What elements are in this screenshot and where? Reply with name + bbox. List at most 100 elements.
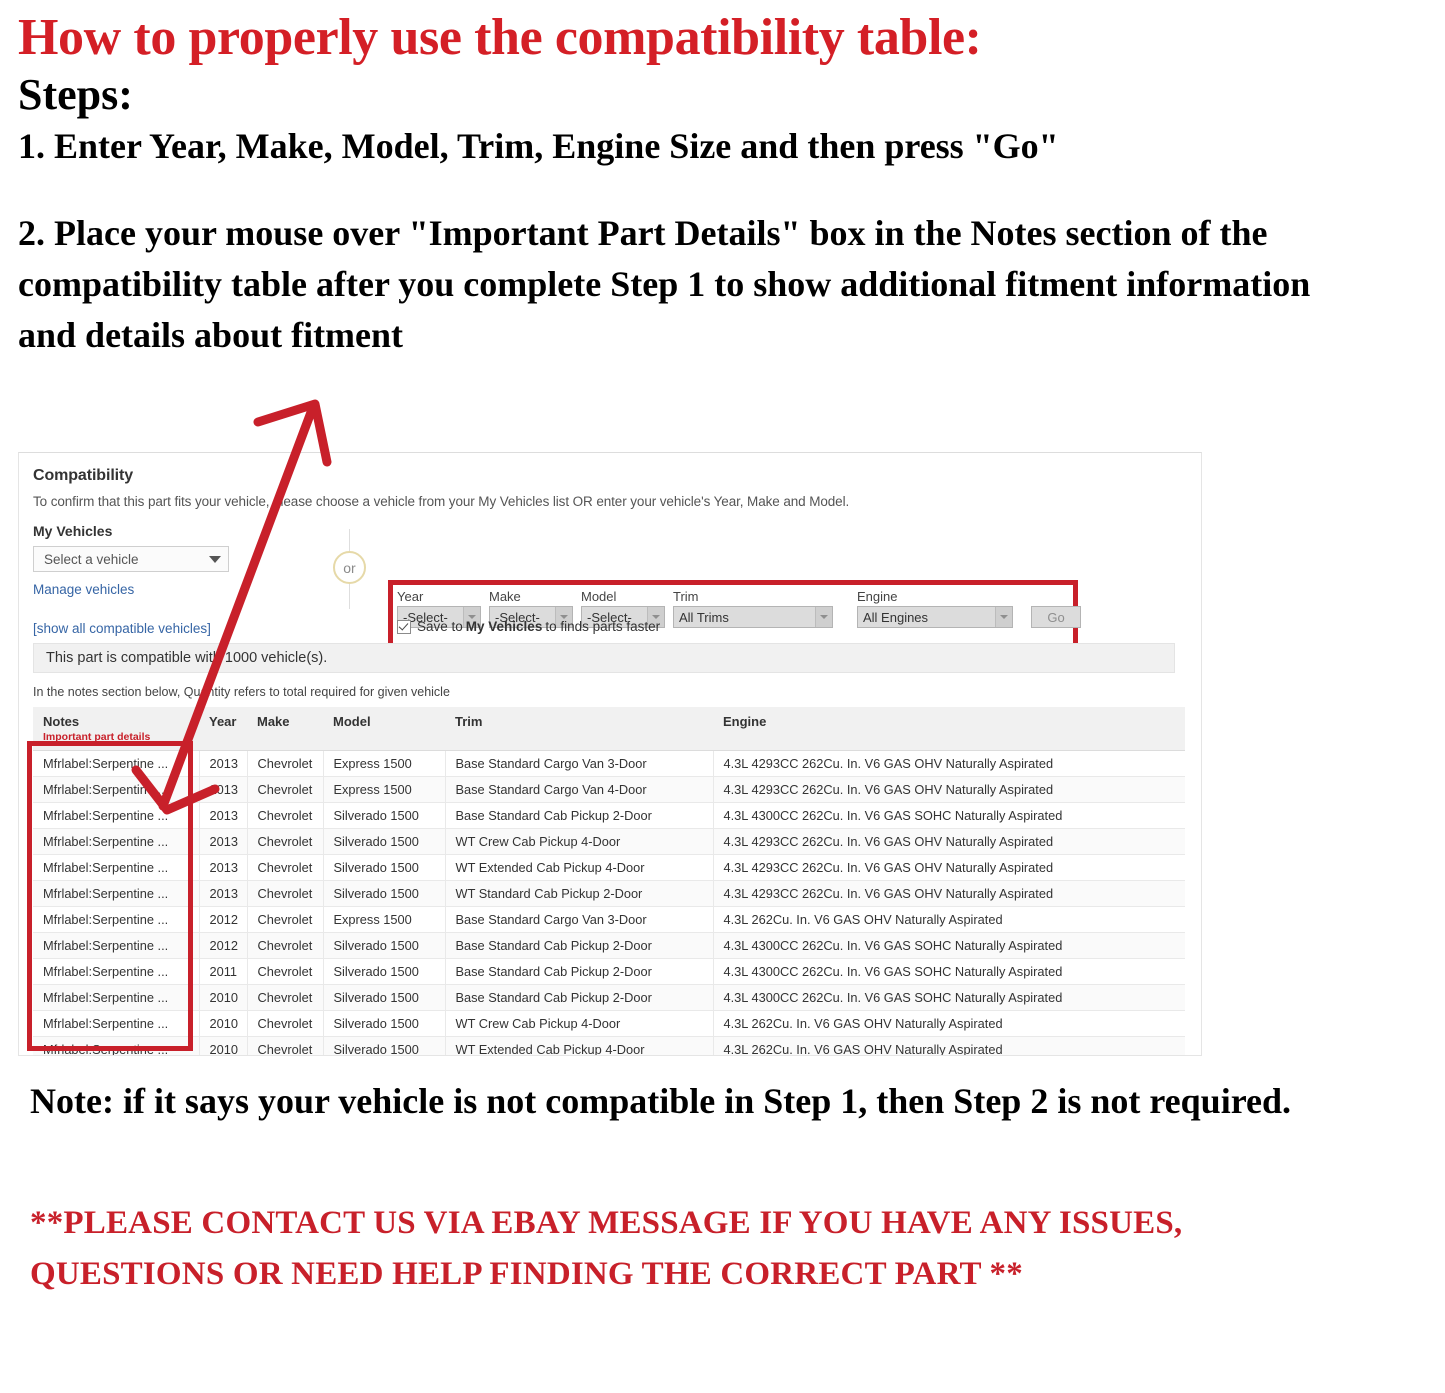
- cell-year: 2013: [199, 880, 248, 907]
- page-title: How to properly use the compatibility ta…: [18, 9, 982, 66]
- cell-make: Chevrolet: [247, 854, 324, 881]
- cell-engine: 4.3L 4300CC 262Cu. In. V6 GAS SOHC Natur…: [713, 932, 1185, 959]
- table-row[interactable]: Mfrlabel:Serpentine ... 2013 Chevrolet Silv…: [33, 880, 1185, 907]
- cell-make: Chevrolet: [247, 906, 324, 933]
- show-all-compatible-vehicles-link[interactable]: [show all compatible vehicles]: [33, 621, 303, 636]
- table-row[interactable]: Mfrlabel:Serpentine ... 2013 Chevrolet Expr…: [33, 750, 1185, 777]
- cell-engine: 4.3L 4300CC 262Cu. In. V6 GAS SOHC Natur…: [713, 802, 1185, 829]
- engine-field: Engine All Engines: [857, 589, 1013, 628]
- important-part-details-label[interactable]: Important part details: [43, 731, 199, 743]
- cell-year: 2013: [199, 828, 248, 855]
- fitment-table-body: Mfrlabel:Serpentine ... 2013 Chevrolet Expr…: [33, 750, 1185, 1055]
- cell-notes: Mfrlabel:Serpentine ...: [33, 984, 200, 1011]
- cell-model: Silverado 1500: [323, 802, 446, 829]
- cell-make: Chevrolet: [247, 1010, 324, 1037]
- cell-trim: WT Crew Cab Pickup 4-Door: [445, 828, 714, 855]
- cell-notes: Mfrlabel:Serpentine ...: [33, 880, 200, 907]
- table-row[interactable]: Mfrlabel:Serpentine ... 2013 Chevrolet Silv…: [33, 854, 1185, 881]
- table-row[interactable]: Mfrlabel:Serpentine ... 2013 Chevrolet Silv…: [33, 828, 1185, 855]
- chevron-down-icon: [995, 607, 1012, 627]
- cell-make: Chevrolet: [247, 828, 324, 855]
- vehicle-selector-area: My Vehicles Select a vehicle Manage vehi…: [33, 523, 1187, 648]
- cell-year: 2012: [199, 906, 248, 933]
- column-header-year: Year: [199, 707, 247, 751]
- cell-year: 2012: [199, 932, 248, 959]
- cell-trim: Base Standard Cab Pickup 2-Door: [445, 984, 714, 1011]
- cell-year: 2010: [199, 1036, 248, 1055]
- save-bold-text: My Vehicles: [465, 619, 543, 634]
- steps-heading: Steps:: [18, 70, 133, 119]
- cell-make: Chevrolet: [247, 1036, 324, 1055]
- cell-engine: 4.3L 4293CC 262Cu. In. V6 GAS OHV Natura…: [713, 750, 1185, 777]
- table-row[interactable]: Mfrlabel:Serpentine ... 2010 Chevrolet Silv…: [33, 984, 1185, 1011]
- cell-model: Silverado 1500: [323, 880, 446, 907]
- table-row[interactable]: Mfrlabel:Serpentine ... 2011 Chevrolet Silv…: [33, 958, 1185, 985]
- table-row[interactable]: Mfrlabel:Serpentine ... 2010 Chevrolet Silv…: [33, 1036, 1185, 1055]
- fitment-table: Notes Important part details Year Make M…: [33, 707, 1185, 1055]
- cell-engine: 4.3L 4293CC 262Cu. In. V6 GAS OHV Natura…: [713, 854, 1185, 881]
- cell-make: Chevrolet: [247, 802, 324, 829]
- notes-header-label: Notes: [43, 714, 80, 729]
- cell-model: Silverado 1500: [323, 854, 446, 881]
- column-header-make: Make: [247, 707, 323, 751]
- table-row[interactable]: Mfrlabel:Serpentine ... 2013 Chevrolet Silv…: [33, 802, 1185, 829]
- cell-engine: 4.3L 262Cu. In. V6 GAS OHV Naturally Asp…: [713, 1010, 1185, 1037]
- model-label: Model: [581, 589, 617, 604]
- cell-notes: Mfrlabel:Serpentine ...: [33, 854, 200, 881]
- cell-model: Express 1500: [323, 776, 446, 803]
- save-to-my-vehicles-checkbox[interactable]: [397, 619, 411, 634]
- compatibility-subtitle: To confirm that this part fits your vehi…: [33, 494, 850, 509]
- cell-year: 2013: [199, 776, 248, 803]
- cell-trim: WT Crew Cab Pickup 4-Door: [445, 1010, 714, 1037]
- cell-trim: Base Standard Cargo Van 3-Door: [445, 750, 714, 777]
- chevron-down-icon: [815, 607, 832, 627]
- engine-select[interactable]: All Engines: [857, 606, 1013, 628]
- table-row[interactable]: Mfrlabel:Serpentine ... 2010 Chevrolet Silv…: [33, 1010, 1185, 1037]
- table-row[interactable]: Mfrlabel:Serpentine ... 2012 Chevrolet Silv…: [33, 932, 1185, 959]
- trim-field: Trim All Trims: [673, 589, 833, 628]
- trim-label: Trim: [673, 589, 699, 604]
- cell-trim: Base Standard Cab Pickup 2-Door: [445, 802, 714, 829]
- cell-engine: 4.3L 262Cu. In. V6 GAS OHV Naturally Asp…: [713, 906, 1185, 933]
- go-button[interactable]: Go: [1031, 606, 1081, 628]
- cell-trim: WT Extended Cab Pickup 4-Door: [445, 1036, 714, 1055]
- cell-notes: Mfrlabel:Serpentine ...: [33, 776, 200, 803]
- quantity-note: In the notes section below, Quantity ref…: [33, 685, 450, 699]
- cell-model: Express 1500: [323, 750, 446, 777]
- cell-engine: 4.3L 262Cu. In. V6 GAS OHV Naturally Asp…: [713, 1036, 1185, 1055]
- manage-vehicles-link[interactable]: Manage vehicles: [33, 582, 303, 597]
- cell-notes: Mfrlabel:Serpentine ...: [33, 802, 200, 829]
- cell-model: Express 1500: [323, 906, 446, 933]
- cell-year: 2013: [199, 802, 248, 829]
- column-header-model: Model: [323, 707, 445, 751]
- save-to-my-vehicles-row[interactable]: Save to My Vehicles to finds parts faste…: [397, 619, 660, 634]
- cell-year: 2013: [199, 854, 248, 881]
- cell-make: Chevrolet: [247, 958, 324, 985]
- cell-make: Chevrolet: [247, 932, 324, 959]
- column-header-engine: Engine: [713, 707, 1185, 751]
- cell-model: Silverado 1500: [323, 932, 446, 959]
- cell-year: 2011: [199, 958, 248, 985]
- cell-year: 2010: [199, 1010, 248, 1037]
- my-vehicles-label: My Vehicles: [33, 523, 113, 539]
- table-row[interactable]: Mfrlabel:Serpentine ... 2013 Chevrolet Expr…: [33, 776, 1185, 803]
- cell-model: Silverado 1500: [323, 1010, 446, 1037]
- trim-select-value: All Trims: [679, 609, 729, 625]
- cell-notes: Mfrlabel:Serpentine ...: [33, 958, 200, 985]
- cell-notes: Mfrlabel:Serpentine ...: [33, 1036, 200, 1055]
- save-prefix-text: Save to: [417, 619, 463, 634]
- table-row[interactable]: Mfrlabel:Serpentine ... 2012 Chevrolet Expr…: [33, 906, 1185, 933]
- save-suffix-text: to finds parts faster: [545, 619, 661, 634]
- cell-make: Chevrolet: [247, 750, 324, 777]
- cell-engine: 4.3L 4300CC 262Cu. In. V6 GAS SOHC Natur…: [713, 984, 1185, 1011]
- cell-trim: WT Standard Cab Pickup 2-Door: [445, 880, 714, 907]
- cell-engine: 4.3L 4300CC 262Cu. In. V6 GAS SOHC Natur…: [713, 958, 1185, 985]
- my-vehicles-select[interactable]: Select a vehicle: [33, 546, 229, 572]
- or-label: or: [333, 551, 366, 584]
- cell-trim: Base Standard Cab Pickup 2-Door: [445, 958, 714, 985]
- cell-model: Silverado 1500: [323, 984, 446, 1011]
- or-divider: or: [333, 529, 367, 609]
- table-header-row: Notes Important part details Year Make M…: [33, 707, 1185, 751]
- trim-select[interactable]: All Trims: [673, 606, 833, 628]
- cell-trim: Base Standard Cargo Van 4-Door: [445, 776, 714, 803]
